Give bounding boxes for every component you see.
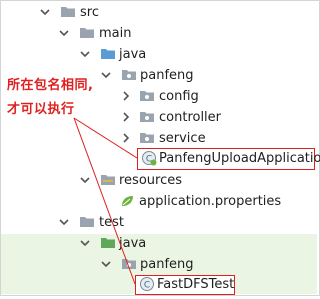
package-icon bbox=[139, 130, 155, 146]
tree-label-main-package: panfeng bbox=[140, 68, 194, 83]
chevron-right-icon[interactable] bbox=[121, 128, 131, 149]
package-icon bbox=[139, 109, 155, 125]
chevron-down-icon[interactable] bbox=[59, 212, 69, 233]
chevron-down-icon[interactable] bbox=[59, 23, 69, 44]
tree-label-app-properties: application.properties bbox=[139, 194, 282, 209]
chevron-down-icon[interactable] bbox=[101, 65, 111, 86]
class-icon: C bbox=[139, 276, 155, 292]
package-icon bbox=[121, 256, 137, 272]
folder-icon bbox=[79, 214, 95, 230]
chevron-down-icon[interactable] bbox=[40, 2, 50, 23]
svg-text:C: C bbox=[144, 281, 150, 291]
tree-label-main: main bbox=[99, 26, 132, 41]
package-icon bbox=[139, 88, 155, 104]
folder-icon bbox=[79, 25, 95, 41]
chevron-down-icon[interactable] bbox=[101, 254, 111, 275]
annotation-line-1: 所在包名相同, bbox=[7, 78, 94, 93]
tree-label-config: config bbox=[159, 89, 199, 104]
tree-label-main-java: java bbox=[119, 47, 147, 62]
tree-label-app-class: PanfengUploadApplication bbox=[159, 151, 320, 166]
resources-folder-icon bbox=[100, 172, 116, 188]
tree-label-controller: controller bbox=[159, 110, 222, 125]
tree-label-test-package: panfeng bbox=[140, 257, 194, 272]
tree-label-test-class: FastDFSTest bbox=[157, 277, 235, 292]
spring-leaf-icon bbox=[119, 193, 135, 209]
tree-label-test: test bbox=[99, 215, 124, 230]
chevron-down-icon[interactable] bbox=[80, 44, 90, 65]
annotation-line-2: 才可以执行 bbox=[7, 102, 75, 117]
spring-class-icon: C bbox=[141, 150, 157, 166]
tree-label-service: service bbox=[159, 131, 206, 146]
annotation-callout: 所在包名相同, 才可以执行 bbox=[7, 74, 93, 122]
chevron-down-icon[interactable] bbox=[80, 233, 90, 254]
package-icon bbox=[121, 67, 137, 83]
chevron-down-icon[interactable] bbox=[80, 170, 90, 191]
chevron-right-icon[interactable] bbox=[121, 107, 131, 128]
tree-label-test-java: java bbox=[119, 236, 147, 251]
folder-icon bbox=[60, 4, 76, 20]
test-folder-icon bbox=[100, 235, 116, 251]
source-folder-icon bbox=[100, 46, 116, 62]
tree-label-resources: resources bbox=[119, 173, 183, 188]
chevron-right-icon[interactable] bbox=[121, 86, 131, 107]
tree-label-src: src bbox=[80, 5, 99, 20]
